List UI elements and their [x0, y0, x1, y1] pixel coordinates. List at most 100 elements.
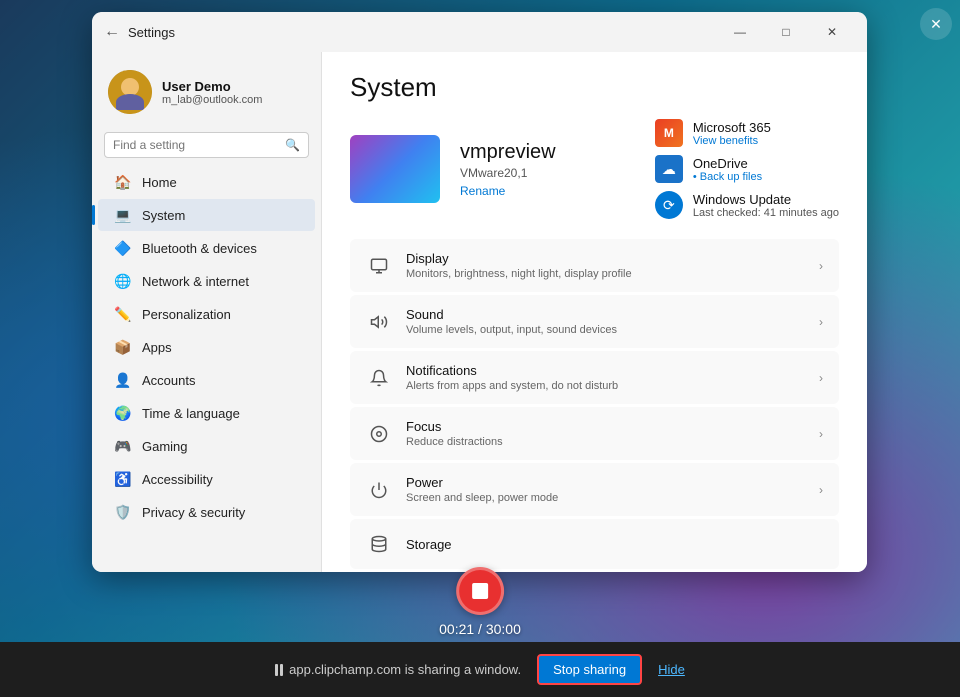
display-title: Display — [406, 251, 805, 266]
sidebar: User Demo m_lab@outlook.com 🔍 🏠 Home 💻 S… — [92, 52, 322, 572]
sound-icon — [366, 309, 392, 335]
power-title: Power — [406, 475, 805, 490]
settings-item-display[interactable]: Display Monitors, brightness, night ligh… — [350, 239, 839, 292]
quick-links: M Microsoft 365 View benefits ☁ O — [655, 119, 839, 219]
focus-sub: Reduce distractions — [406, 436, 805, 448]
sharing-info: app.clipchamp.com is sharing a window. — [275, 662, 521, 677]
nav-label-network: Network & internet — [142, 274, 249, 289]
onedrive-title: OneDrive — [693, 156, 762, 171]
quick-link-onedrive[interactable]: ☁ OneDrive • Back up files — [655, 155, 839, 183]
nav-item-accessibility[interactable]: ♿ Accessibility — [98, 463, 315, 495]
power-icon — [366, 477, 392, 503]
home-icon: 🏠 — [114, 173, 132, 191]
accessibility-icon: ♿ — [114, 470, 132, 488]
window-title: Settings — [128, 25, 717, 40]
nav-label-apps: Apps — [142, 340, 172, 355]
onedrive-icon: ☁ — [655, 155, 683, 183]
close-button[interactable]: ✕ — [809, 16, 855, 48]
onedrive-text: OneDrive • Back up files — [693, 156, 762, 183]
stop-record-button[interactable] — [456, 567, 504, 615]
page-title: System — [350, 72, 839, 103]
sound-sub: Volume levels, output, input, sound devi… — [406, 324, 805, 336]
nav-item-privacy[interactable]: 🛡️ Privacy & security — [98, 496, 315, 528]
notifications-icon — [366, 365, 392, 391]
back-button[interactable]: ← — [104, 23, 120, 41]
display-icon — [366, 253, 392, 279]
settings-window: ← Settings — □ ✕ User Demo m_lab@outloo — [92, 12, 867, 572]
sound-chevron: › — [819, 315, 823, 329]
focus-icon — [366, 421, 392, 447]
accounts-icon: 👤 — [114, 371, 132, 389]
notifications-chevron: › — [819, 371, 823, 385]
window-controls: — □ ✕ — [717, 16, 855, 48]
privacy-icon: 🛡️ — [114, 503, 132, 521]
personalization-icon: ✏️ — [114, 305, 132, 323]
corner-close-button[interactable]: ✕ — [920, 8, 952, 40]
nav-label-system: System — [142, 208, 185, 223]
pause-icon — [275, 664, 283, 676]
notifications-text: Notifications Alerts from apps and syste… — [406, 363, 805, 392]
main-content: System vmpreview VMware20,1 Rename M — [322, 52, 867, 572]
storage-title: Storage — [406, 537, 823, 552]
title-bar: ← Settings — □ ✕ — [92, 12, 867, 52]
nav-item-network[interactable]: 🌐 Network & internet — [98, 265, 315, 297]
settings-list: Display Monitors, brightness, night ligh… — [350, 239, 839, 569]
bluetooth-icon: 🔷 — [114, 239, 132, 257]
notifications-title: Notifications — [406, 363, 805, 378]
network-icon: 🌐 — [114, 272, 132, 290]
nav-item-time[interactable]: 🌍 Time & language — [98, 397, 315, 429]
winupdate-icon: ⟳ — [655, 191, 683, 219]
m365-sub[interactable]: View benefits — [693, 135, 771, 147]
user-profile[interactable]: User Demo m_lab@outlook.com — [92, 60, 321, 128]
settings-item-notifications[interactable]: Notifications Alerts from apps and syste… — [350, 351, 839, 404]
focus-title: Focus — [406, 419, 805, 434]
settings-item-storage[interactable]: Storage — [350, 519, 839, 569]
nav-label-accessibility: Accessibility — [142, 472, 213, 487]
power-text: Power Screen and sleep, power mode — [406, 475, 805, 504]
nav-label-gaming: Gaming — [142, 439, 188, 454]
quick-link-winupdate[interactable]: ⟳ Windows Update Last checked: 41 minute… — [655, 191, 839, 219]
minimize-button[interactable]: — — [717, 16, 763, 48]
focus-chevron: › — [819, 427, 823, 441]
nav-item-bluetooth[interactable]: 🔷 Bluetooth & devices — [98, 232, 315, 264]
settings-item-power[interactable]: Power Screen and sleep, power mode › — [350, 463, 839, 516]
winupdate-sub: Last checked: 41 minutes ago — [693, 207, 839, 219]
nav-label-accounts: Accounts — [142, 373, 195, 388]
winupdate-text: Windows Update Last checked: 41 minutes … — [693, 192, 839, 219]
storage-text: Storage — [406, 537, 823, 552]
power-sub: Screen and sleep, power mode — [406, 492, 805, 504]
quick-link-m365[interactable]: M Microsoft 365 View benefits — [655, 119, 839, 147]
record-stop-icon — [472, 583, 488, 599]
nav-item-system[interactable]: 💻 System — [98, 199, 315, 231]
nav-label-home: Home — [142, 175, 177, 190]
settings-item-sound[interactable]: Sound Volume levels, output, input, soun… — [350, 295, 839, 348]
nav-item-accounts[interactable]: 👤 Accounts — [98, 364, 315, 396]
m365-icon: M — [655, 119, 683, 147]
recording-bar: 00:21 / 30:00 — [439, 567, 521, 637]
stop-sharing-button[interactable]: Stop sharing — [537, 654, 642, 685]
recording-timer: 00:21 / 30:00 — [439, 621, 521, 637]
nav-item-home[interactable]: 🏠 Home — [98, 166, 315, 198]
search-icon: 🔍 — [285, 138, 300, 152]
sharing-message: app.clipchamp.com is sharing a window. — [289, 662, 521, 677]
search-box[interactable]: 🔍 — [104, 132, 309, 158]
rename-button[interactable]: Rename — [460, 184, 635, 198]
nav-item-apps[interactable]: 📦 Apps — [98, 331, 315, 363]
device-image — [350, 135, 440, 203]
device-model: VMware20,1 — [460, 166, 635, 180]
nav-label-time: Time & language — [142, 406, 240, 421]
m365-text: Microsoft 365 View benefits — [693, 120, 771, 147]
nav-item-gaming[interactable]: 🎮 Gaming — [98, 430, 315, 462]
nav-label-personalization: Personalization — [142, 307, 231, 322]
display-sub: Monitors, brightness, night light, displ… — [406, 268, 805, 280]
avatar — [108, 70, 152, 114]
nav-item-personalization[interactable]: ✏️ Personalization — [98, 298, 315, 330]
settings-item-focus[interactable]: Focus Reduce distractions › — [350, 407, 839, 460]
apps-icon: 📦 — [114, 338, 132, 356]
device-info: vmpreview VMware20,1 Rename — [460, 141, 635, 198]
onedrive-sub[interactable]: • Back up files — [693, 171, 762, 183]
hide-button[interactable]: Hide — [658, 662, 685, 677]
maximize-button[interactable]: □ — [763, 16, 809, 48]
nav-label-privacy: Privacy & security — [142, 505, 245, 520]
search-input[interactable] — [113, 138, 279, 152]
